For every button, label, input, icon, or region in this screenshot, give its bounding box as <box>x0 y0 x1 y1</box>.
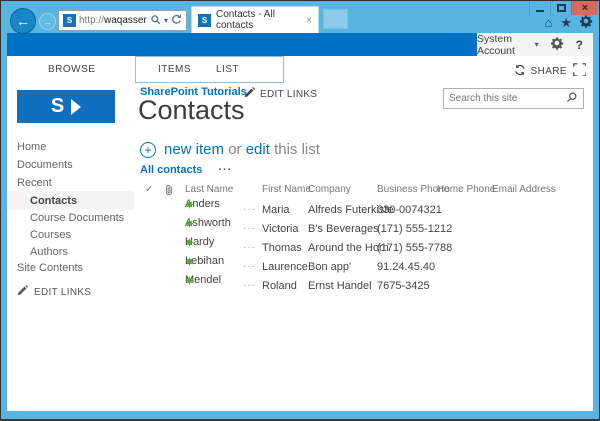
suite-bar-right: System Account ▾ ? <box>477 33 593 57</box>
actions-text: new item or edit this list <box>164 141 320 158</box>
logo-chevron-icon <box>71 98 82 115</box>
sharepoint-favicon: S <box>198 13 211 27</box>
item-ellipsis-menu[interactable]: ··· <box>243 204 256 215</box>
help-button[interactable]: ? <box>576 38 583 52</box>
column-header-company[interactable]: Company <box>308 184 351 195</box>
item-ellipsis-menu[interactable]: ··· <box>243 223 256 234</box>
tab-items[interactable]: ITEMS <box>158 64 191 75</box>
forward-arrow-icon: → <box>43 16 52 27</box>
logo-letter: S <box>50 95 65 117</box>
cell-first-name: Roland <box>262 280 297 292</box>
page-content: S Home Documents Recent Contacts Course … <box>7 84 593 411</box>
table-row[interactable]: Lebihan ··· Laurence Bon app' 91.24.45.4… <box>7 255 593 280</box>
address-bar-icons: ▾ <box>150 14 182 28</box>
share-icon <box>514 64 526 79</box>
cell-business-phone: 030-0074321 <box>377 204 442 216</box>
select-all-checkmark-icon[interactable]: ✓ <box>145 184 153 195</box>
maximize-icon <box>556 4 566 12</box>
back-button[interactable]: ← <box>10 8 36 34</box>
back-arrow-icon: ← <box>16 13 30 29</box>
new-tab-button[interactable] <box>323 9 348 29</box>
account-menu[interactable]: System Account ▾ <box>477 33 539 57</box>
table-row[interactable]: Hardy ··· Thomas Around the Horn (171) 5… <box>7 236 593 261</box>
attachment-paperclip-icon[interactable] <box>165 184 173 199</box>
share-label: SHARE <box>530 66 567 77</box>
browser-tab[interactable]: S Contacts - All contacts × <box>191 6 319 33</box>
search-box <box>443 88 584 109</box>
cell-business-phone: 91.24.45.40 <box>377 261 436 273</box>
search-icon[interactable] <box>150 14 161 28</box>
forward-button[interactable]: → <box>39 13 56 30</box>
new-item-badge-icon <box>185 219 194 228</box>
cell-business-phone: (171) 555-1212 <box>377 223 453 235</box>
maximize-button[interactable] <box>550 1 571 15</box>
sidebar-item-documents[interactable]: Documents <box>17 157 73 173</box>
list-actions: + new item or edit this list <box>140 141 320 158</box>
cell-business-phone: 7675-3425 <box>377 280 430 292</box>
item-ellipsis-menu[interactable]: ··· <box>243 280 256 291</box>
minimize-icon <box>536 9 544 12</box>
account-name: System Account <box>477 32 515 57</box>
ribbon: BROWSE ITEMS LIST SHARE <box>7 56 593 84</box>
suite-bar-brand <box>7 33 477 56</box>
item-ellipsis-menu[interactable]: ··· <box>243 261 256 272</box>
cell-first-name: Victoria <box>262 223 299 235</box>
browser-settings-gear-icon[interactable] <box>579 15 593 30</box>
cell-first-name: Thomas <box>262 242 302 254</box>
cell-business-phone: (171) 555-7788 <box>377 242 453 254</box>
sharepoint-favicon: S <box>63 14 76 27</box>
table-row[interactable]: Ashworth ··· Victoria B's Beverages (171… <box>7 217 593 242</box>
cell-company: B's Beverages <box>308 223 379 235</box>
sharepoint-logo[interactable]: S <box>17 90 115 123</box>
view-tab-all-contacts[interactable]: All contacts <box>140 164 202 176</box>
edit-list-link[interactable]: edit <box>246 141 270 158</box>
tab-browse[interactable]: BROWSE <box>48 64 95 75</box>
new-item-badge-icon <box>185 257 194 266</box>
chevron-down-icon: ▾ <box>534 40 539 49</box>
cell-company: Ernst Handel <box>308 280 372 292</box>
share-button[interactable]: SHARE <box>514 64 567 79</box>
view-ellipsis-icon[interactable]: ··· <box>218 164 232 176</box>
column-header-first-name[interactable]: First Name <box>262 184 311 195</box>
favorites-star-icon[interactable]: ★ <box>560 16 572 29</box>
column-header-last-name[interactable]: Last Name <box>185 184 233 195</box>
search-input[interactable] <box>449 93 562 104</box>
window-controls: × <box>529 1 598 15</box>
focus-on-content-icon[interactable] <box>573 63 587 81</box>
home-icon[interactable]: ⌂ <box>544 16 552 29</box>
plus-circle-icon[interactable]: + <box>140 141 156 158</box>
page-title: Contacts <box>138 95 245 125</box>
close-icon: × <box>581 2 589 14</box>
item-ellipsis-menu[interactable]: ··· <box>243 242 256 253</box>
table-row[interactable]: Mendel ··· Roland Ernst Handel 7675-3425 <box>7 274 593 299</box>
pencil-icon <box>244 87 255 101</box>
new-item-badge-icon <box>185 276 194 285</box>
search-icon[interactable] <box>566 91 578 106</box>
tab-close-icon[interactable]: × <box>306 15 312 26</box>
address-bar[interactable]: S http://waqasserver/sites/dem ▾ <box>58 10 187 31</box>
header-edit-links[interactable]: EDIT LINKS <box>244 87 317 101</box>
settings-gear-icon[interactable] <box>550 36 564 53</box>
close-button[interactable]: × <box>571 1 598 15</box>
column-header-email-address[interactable]: Email Address <box>492 184 556 195</box>
browser-toolbar-icons: ⌂ ★ <box>544 15 593 30</box>
table-row[interactable]: Anders ··· Maria Alfreds Futerkiste 030-… <box>7 198 593 223</box>
refresh-icon[interactable] <box>171 14 182 28</box>
new-item-badge-icon <box>185 200 194 209</box>
new-item-badge-icon <box>185 238 194 247</box>
new-item-link[interactable]: new item <box>164 141 224 158</box>
suite-bar: System Account ▾ ? <box>7 33 593 57</box>
sidebar-item-home[interactable]: Home <box>17 139 46 155</box>
cell-company: Bon app' <box>308 261 352 273</box>
cell-first-name: Maria <box>262 204 290 216</box>
minimize-button[interactable] <box>529 1 550 15</box>
view-selector: All contacts ··· <box>140 164 232 176</box>
column-header-home-phone[interactable]: Home Phone <box>437 184 495 195</box>
chevron-down-icon[interactable]: ▾ <box>164 16 168 25</box>
cell-first-name: Laurence <box>262 261 308 273</box>
tab-title: Contacts - All contacts <box>216 9 275 31</box>
table-header: ✓ Last Name First Name Company Business … <box>7 184 593 199</box>
tab-list[interactable]: LIST <box>216 64 239 75</box>
url-text: http://waqasserver/sites/dem <box>79 15 147 26</box>
